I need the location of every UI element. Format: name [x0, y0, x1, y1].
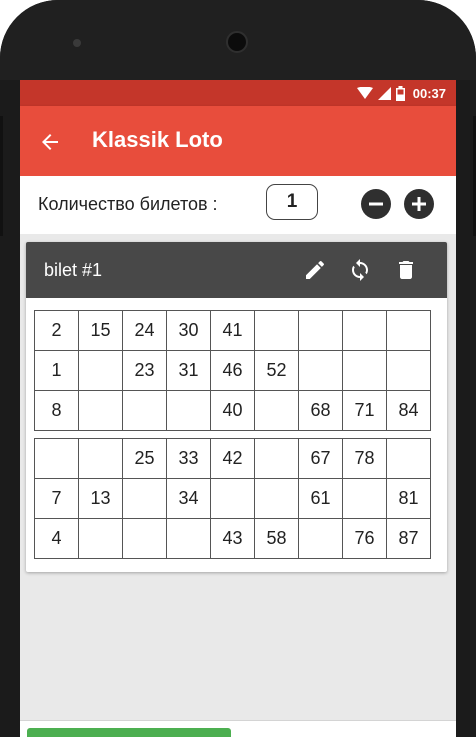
grid-cell: [298, 350, 343, 391]
ticket-header: bilet #1: [26, 242, 447, 298]
app-screen: 00:37 Klassik Loto Количество билетов : …: [20, 80, 456, 737]
app-bar: Klassik Loto: [20, 106, 456, 176]
grid-cell: 15: [78, 310, 123, 351]
grid-cell: 71: [342, 390, 387, 431]
grid-row: 1 23 31 46 52: [34, 350, 431, 391]
trash-icon[interactable]: [394, 258, 418, 282]
grid-cell: 43: [210, 518, 255, 559]
grid-cell: 41: [210, 310, 255, 351]
grid-cell: 13: [78, 478, 123, 519]
grid-cell: 68: [298, 390, 343, 431]
grid-cell: [78, 390, 123, 431]
grid-cell: [122, 518, 167, 559]
arrow-left-icon[interactable]: [38, 130, 62, 154]
grid-cell: [78, 438, 123, 479]
ticket-grid-top: 2 15 24 30 41 1 23 31 46 52 8 40 68 71 84: [34, 310, 431, 431]
increase-count-button[interactable]: [404, 189, 434, 219]
grid-cell: [122, 478, 167, 519]
front-camera: [226, 31, 248, 53]
grid-cell: 34: [166, 478, 211, 519]
grid-cell: 67: [298, 438, 343, 479]
ticket-count-row: Количество билетов : 1: [20, 176, 456, 234]
grid-cell: [254, 390, 299, 431]
ticket-card: bilet #1 2 15 24 30 41 1 23 31 46 52 8 40 68 71 84 25 3…: [26, 242, 447, 572]
grid-cell: 40: [210, 390, 255, 431]
grid-cell: 58: [254, 518, 299, 559]
ticket-title: bilet #1: [44, 260, 103, 280]
grid-row: 7 13 34 61 81: [34, 478, 431, 519]
grid-cell: 81: [386, 478, 431, 519]
grid-cell: 78: [342, 438, 387, 479]
ticket-grid-bottom: 25 33 42 67 78 7 13 34 61 81 4 43 58 76 87: [34, 438, 431, 559]
signal-icon: [377, 86, 391, 100]
status-bar: 00:37: [20, 80, 456, 106]
grid-cell: [166, 518, 211, 559]
grid-cell: 8: [34, 390, 79, 431]
grid-cell: [254, 478, 299, 519]
decrease-count-button[interactable]: [361, 189, 391, 219]
grid-cell: [386, 438, 431, 479]
grid-cell: [298, 518, 343, 559]
ticket-count-input[interactable]: 1: [266, 184, 318, 220]
grid-cell: 7: [34, 478, 79, 519]
grid-cell: [78, 518, 123, 559]
plus-circle-icon: [412, 197, 426, 211]
pencil-icon[interactable]: [303, 258, 327, 282]
grid-cell: [386, 350, 431, 391]
sensor-dot: [73, 39, 81, 47]
grid-cell: [122, 390, 167, 431]
grid-cell: [166, 390, 211, 431]
wifi-icon: [356, 86, 373, 99]
grid-cell: 25: [122, 438, 167, 479]
grid-cell: 24: [122, 310, 167, 351]
grid-cell: 52: [254, 350, 299, 391]
ticket-count-label: Количество билетов :: [38, 194, 218, 214]
grid-cell: 30: [166, 310, 211, 351]
grid-cell: [254, 438, 299, 479]
phone-bezel-top: [0, 0, 476, 80]
battery-icon: [395, 85, 405, 101]
grid-row: 25 33 42 67 78: [34, 438, 431, 479]
grid-cell: 31: [166, 350, 211, 391]
grid-cell: 46: [210, 350, 255, 391]
grid-cell: [342, 310, 387, 351]
grid-cell: 4: [34, 518, 79, 559]
bottom-action-bar: [20, 720, 456, 737]
grid-cell: 76: [342, 518, 387, 559]
grid-cell: 87: [386, 518, 431, 559]
grid-cell: [210, 478, 255, 519]
side-button: [0, 116, 3, 236]
grid-cell: [298, 310, 343, 351]
grid-cell: 61: [298, 478, 343, 519]
grid-cell: [78, 350, 123, 391]
app-title: Klassik Loto: [92, 127, 223, 152]
action-button[interactable]: [27, 728, 231, 737]
grid-row: 8 40 68 71 84: [34, 390, 431, 431]
grid-cell: [254, 310, 299, 351]
grid-cell: 23: [122, 350, 167, 391]
refresh-icon[interactable]: [348, 258, 372, 282]
grid-cell: [34, 438, 79, 479]
grid-cell: 42: [210, 438, 255, 479]
phone-frame: 00:37 Klassik Loto Количество билетов : …: [0, 0, 476, 737]
grid-cell: 1: [34, 350, 79, 391]
grid-row: 4 43 58 76 87: [34, 518, 431, 559]
grid-cell: [342, 350, 387, 391]
grid-cell: [386, 310, 431, 351]
grid-cell: 33: [166, 438, 211, 479]
grid-cell: 84: [386, 390, 431, 431]
grid-cell: 2: [34, 310, 79, 351]
grid-row: 2 15 24 30 41: [34, 310, 431, 351]
status-time: 00:37: [412, 85, 446, 101]
minus-circle-icon: [369, 202, 383, 206]
grid-cell: [342, 478, 387, 519]
